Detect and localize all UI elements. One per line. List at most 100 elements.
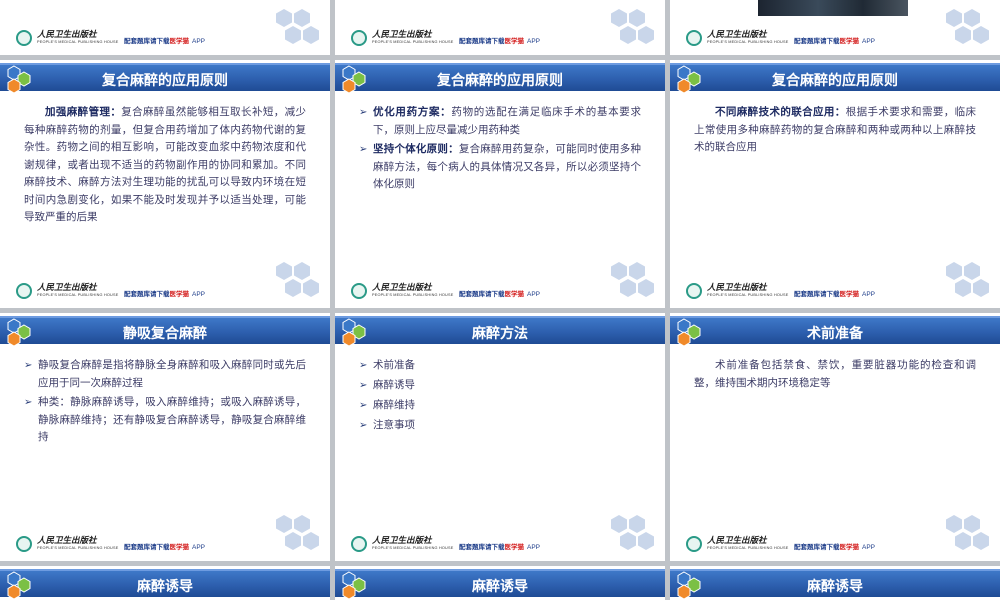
promo-text: 配套题库请下载 (459, 38, 505, 45)
hexagon-cluster-icon (276, 262, 319, 297)
slide-8[interactable]: 麻醉诱导 (335, 566, 665, 600)
promo-app: APP (862, 544, 876, 551)
publisher-seal-icon (686, 283, 702, 299)
slide-title-bar: 麻醉诱导 (335, 569, 665, 599)
slide-body: ➢ 术前准备 ➢ 麻醉诱导 ➢ 麻醉维持 ➢ 注意事项 (359, 357, 641, 437)
publisher-seal-icon (351, 30, 367, 46)
app-promo[interactable]: 配套题库请下载医学猫 APP (794, 35, 875, 45)
slide-title-bar: 麻醉诱导 (670, 569, 1000, 599)
publisher-name-en: PEOPLE'S MEDICAL PUBLISHING HOUSE (372, 40, 454, 44)
hexagon-cluster-icon (276, 9, 319, 44)
publisher-logo: 人民卫生出版社 PEOPLE'S MEDICAL PUBLISHING HOUSE (686, 281, 789, 301)
slide-1[interactable]: 复合麻醉的应用原则 加强麻醉管理：复合麻醉虽然能够相互取长补短，减少每种麻醉药物… (0, 60, 330, 308)
list-item: ➢ 种类：静脉麻醉诱导，吸入麻醉维持；或吸入麻醉诱导，静脉麻醉维持；还有静吸复合麻… (24, 394, 306, 447)
slide-title: 复合麻醉的应用原则 (437, 73, 563, 89)
slide-title-bar: 复合麻醉的应用原则 (0, 63, 330, 93)
slide-body: 不同麻醉技术的联合应用：根据手术要求和需要，临床上常使用多种麻醉药物的复合麻醉和… (694, 104, 976, 157)
publisher-name-en: PEOPLE'S MEDICAL PUBLISHING HOUSE (707, 293, 789, 297)
slide-3[interactable]: 复合麻醉的应用原则 不同麻醉技术的联合应用：根据手术要求和需要，临床上常使用多种… (670, 60, 1000, 308)
publisher-name-en: PEOPLE'S MEDICAL PUBLISHING HOUSE (37, 546, 119, 550)
slide-title-bar: 麻醉方法 (335, 316, 665, 346)
slide-title: 麻醉方法 (472, 326, 528, 342)
item-text: 注意事项 (373, 419, 415, 431)
slide-body: 加强麻醉管理：复合麻醉虽然能够相互取长补短，减少每种麻醉药物的剂量，但复合用药增… (24, 104, 306, 227)
slide-title: 麻醉诱导 (472, 579, 528, 595)
slide-5[interactable]: 麻醉方法 ➢ 术前准备 ➢ 麻醉诱导 ➢ 麻醉维持 ➢ 注意事项 人民卫生出版社 PEOP… (335, 313, 665, 561)
app-promo[interactable]: 配套题库请下载医学猫 APP (124, 288, 205, 298)
app-promo[interactable]: 配套题库请下载医学猫 APP (124, 541, 205, 551)
promo-app: APP (527, 38, 541, 45)
publisher-name-cn: 人民卫生出版社 (372, 30, 432, 40)
promo-brand: 医学猫 (504, 544, 525, 551)
app-promo[interactable]: 配套题库请下载医学猫 APP (459, 288, 540, 298)
publisher-seal-icon (16, 536, 32, 552)
publisher-logo: 人民卫生出版社 PEOPLE'S MEDICAL PUBLISHING HOUSE (351, 28, 454, 48)
paragraph: 不同麻醉技术的联合应用：根据手术要求和需要，临床上常使用多种麻醉药物的复合麻醉和… (694, 104, 976, 157)
slide-top-middle-footer: 人民卫生出版社 PEOPLE'S MEDICAL PUBLISHING HOUSE… (335, 0, 665, 55)
list-item: ➢ 坚持个体化原则：复合麻醉用药复杂，可能同时使用多种麻醉方法，每个病人的具体情况… (359, 141, 641, 194)
slide-body: ➢ 静吸复合麻醉是指将静脉全身麻醉和吸入麻醉同时或先后应用于同一次麻醉过程 ➢ 种类… (24, 357, 306, 449)
slide-title-bar: 复合麻醉的应用原则 (670, 63, 1000, 93)
item-text: 静吸复合麻醉是指将静脉全身麻醉和吸入麻醉同时或先后应用于同一次麻醉过程 (38, 359, 306, 389)
promo-text: 配套题库请下载 (794, 544, 840, 551)
slide-title-bar: 静吸复合麻醉 (0, 316, 330, 346)
app-promo[interactable]: 配套题库请下载医学猫 APP (794, 541, 875, 551)
arrow-bullet-icon: ➢ (359, 400, 368, 411)
app-promo[interactable]: 配套题库请下载医学猫 APP (794, 288, 875, 298)
publisher-name-en: PEOPLE'S MEDICAL PUBLISHING HOUSE (707, 546, 789, 550)
publisher-name-en: PEOPLE'S MEDICAL PUBLISHING HOUSE (707, 40, 789, 44)
app-promo[interactable]: 配套题库请下载医学猫 APP (124, 35, 205, 45)
publisher-name-en: PEOPLE'S MEDICAL PUBLISHING HOUSE (37, 293, 119, 297)
bullet-list: ➢ 术前准备 ➢ 麻醉诱导 ➢ 麻醉维持 ➢ 注意事项 (359, 357, 641, 435)
publisher-logo: 人民卫生出版社 PEOPLE'S MEDICAL PUBLISHING HOUSE (16, 28, 118, 48)
arrow-bullet-icon: ➢ (359, 144, 368, 155)
promo-app: APP (192, 291, 206, 298)
slide-title-bar: 术前准备 (670, 316, 1000, 346)
promo-text: 配套题库请下载 (794, 38, 840, 45)
item-text: 麻醉诱导 (373, 379, 415, 391)
promo-app: APP (192, 544, 206, 551)
slide-title: 静吸复合麻醉 (123, 326, 207, 342)
promo-app: APP (527, 291, 541, 298)
slide-9[interactable]: 麻醉诱导 (670, 566, 1000, 600)
promo-brand: 医学猫 (839, 38, 860, 45)
bullet-list: ➢ 优化用药方案：药物的选配在满足临床手术的基本要求下，原则上应尽量减少用药种类 … (359, 104, 641, 194)
publisher-logo: 人民卫生出版社 PEOPLE'S MEDICAL PUBLISHING HOUSE (16, 281, 119, 301)
publisher-logo: 人民卫生出版社 PEOPLE'S MEDICAL PUBLISHING HOUSE (351, 534, 454, 554)
hexagon-cluster-icon (946, 262, 989, 297)
slide-title-bar: 麻醉诱导 (0, 569, 330, 599)
promo-app: APP (527, 544, 541, 551)
promo-text: 配套题库请下载 (124, 38, 170, 45)
hexagon-cluster-icon (946, 9, 989, 44)
slide-4[interactable]: 静吸复合麻醉 ➢ 静吸复合麻醉是指将静脉全身麻醉和吸入麻醉同时或先后应用于同一次麻… (0, 313, 330, 561)
item-lead: 优化用药方案： (373, 106, 452, 118)
arrow-bullet-icon: ➢ (24, 360, 33, 371)
promo-text: 配套题库请下载 (459, 291, 505, 298)
promo-brand: 医学猫 (839, 544, 860, 551)
publisher-seal-icon (351, 283, 367, 299)
publisher-name-en: PEOPLE'S MEDICAL PUBLISHING HOUSE (372, 546, 454, 550)
promo-brand: 医学猫 (169, 544, 190, 551)
promo-brand: 医学猫 (169, 38, 190, 45)
slide-2[interactable]: 复合麻醉的应用原则 ➢ 优化用药方案：药物的选配在满足临床手术的基本要求下，原则上… (335, 60, 665, 308)
slide-title: 复合麻醉的应用原则 (772, 73, 898, 89)
promo-brand: 医学猫 (839, 291, 860, 298)
publisher-logo: 人民卫生出版社 PEOPLE'S MEDICAL PUBLISHING HOUSE (351, 281, 453, 301)
publisher-seal-icon (16, 283, 32, 299)
publisher-name-cn: 人民卫生出版社 (37, 536, 97, 546)
hexagon-cluster-icon (611, 262, 654, 297)
app-promo[interactable]: 配套题库请下载医学猫 APP (459, 35, 540, 45)
item-text: 术前准备 (373, 359, 415, 371)
promo-app: APP (862, 38, 876, 45)
item-text: 麻醉维持 (373, 399, 415, 411)
slide-7[interactable]: 麻醉诱导 (0, 566, 330, 600)
publisher-logo: 人民卫生出版社 PEOPLE'S MEDICAL PUBLISHING HOUSE (686, 534, 789, 554)
promo-text: 配套题库请下载 (794, 291, 840, 298)
slide-photo (758, 0, 908, 16)
hexagon-cluster-icon (611, 9, 654, 44)
slide-6[interactable]: 术前准备 术前准备包括禁食、禁饮，重要脏器功能的检查和调整，维持围术期内环境稳定… (670, 313, 1000, 561)
app-promo[interactable]: 配套题库请下载医学猫 APP (459, 541, 540, 551)
publisher-logo: 人民卫生出版社 PEOPLE'S MEDICAL PUBLISHING HOUSE (16, 534, 119, 554)
list-item: ➢ 注意事项 (359, 417, 641, 435)
arrow-bullet-icon: ➢ (359, 420, 368, 431)
